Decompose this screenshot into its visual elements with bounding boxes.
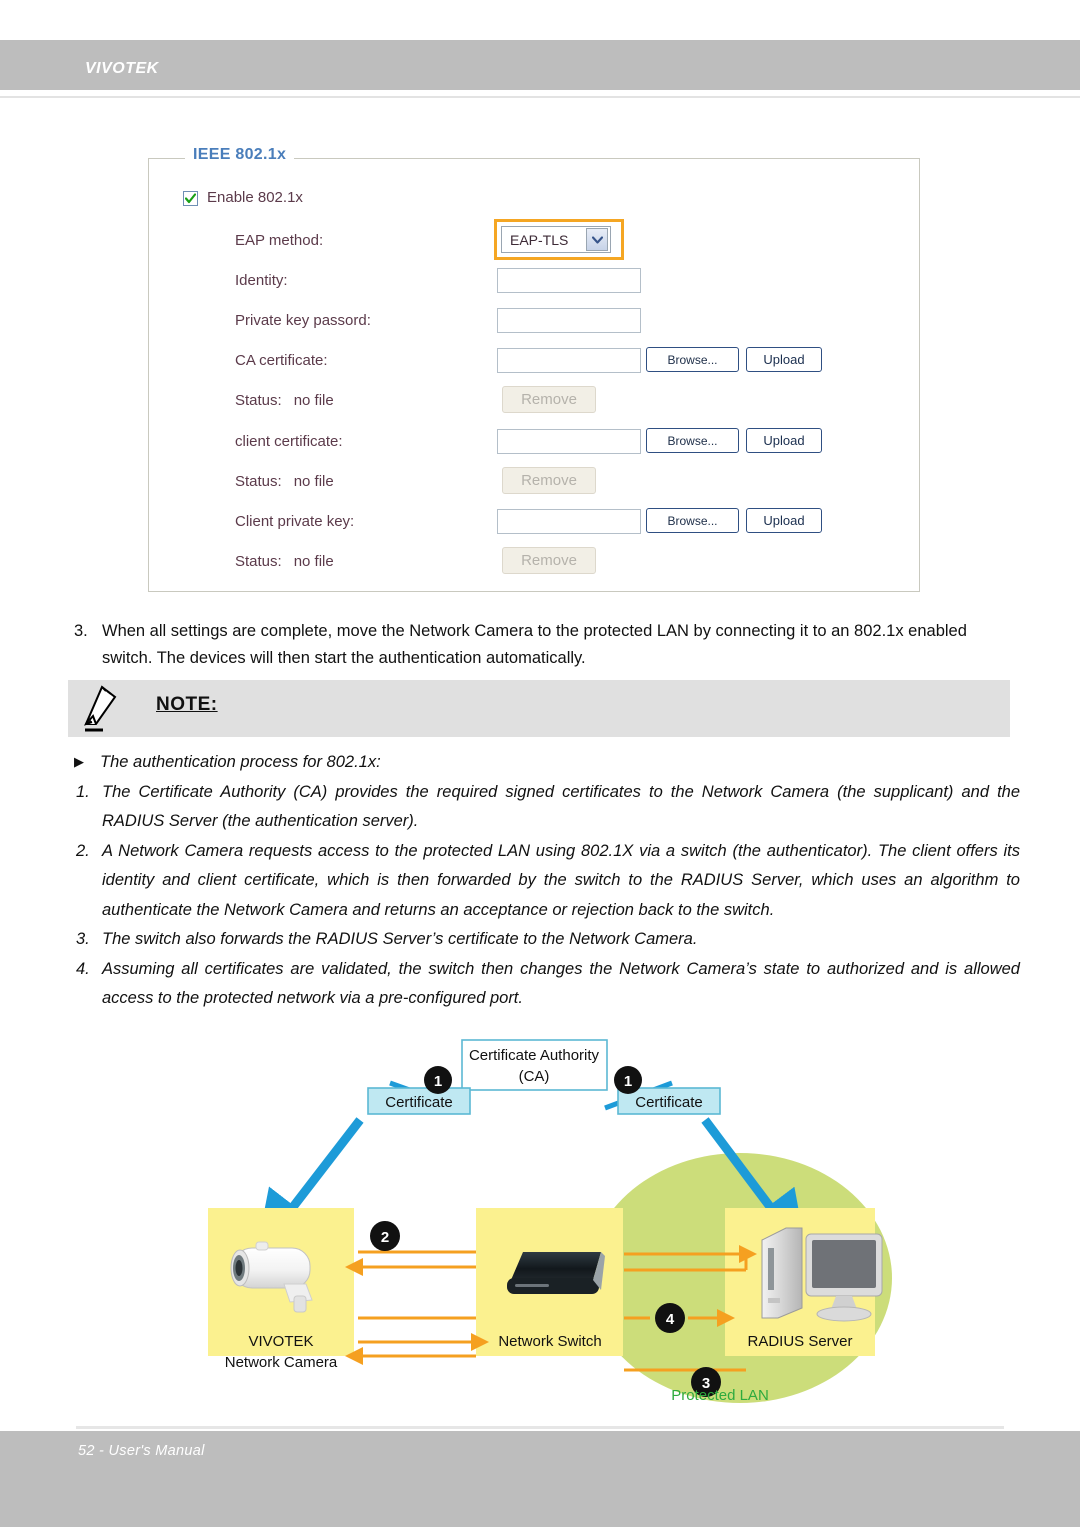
- client-private-key-status-row: Status: no file Remove: [149, 547, 919, 592]
- enable-8021x-label: Enable 802.1x: [207, 189, 303, 206]
- enable-8021x-checkbox[interactable]: Enable 802.1x: [183, 189, 303, 206]
- ca-certificate-browse-button[interactable]: Browse...: [646, 347, 739, 372]
- svg-text:1: 1: [434, 1073, 442, 1090]
- step-3-text: When all settings are complete, move the…: [102, 622, 967, 667]
- brand-logo: VIVOTEK: [85, 60, 159, 77]
- client-certificate-status: Status: no file: [235, 473, 334, 490]
- ieee-8021x-panel: Enable 802.1x EAP method: EAP-TLS Identi…: [148, 158, 920, 592]
- list-item: 4. Assuming all certificates are validate…: [76, 959, 1020, 1008]
- note-body: ▶ The authentication process for 802.1x:…: [74, 748, 1020, 1014]
- eap-method-value: EAP-TLS: [510, 231, 569, 248]
- step-3-number: 3.: [74, 622, 88, 640]
- client-private-key-status: Status: no file: [235, 553, 334, 570]
- ca-certificate-upload-button[interactable]: Upload: [746, 347, 822, 372]
- authentication-process-diagram: Certificate Authority (CA) Certificate C…: [180, 1028, 920, 1403]
- private-key-password-label: Private key passord:: [235, 312, 371, 329]
- certificate-left-label: Certificate: [385, 1094, 453, 1111]
- ca-title-line1: Certificate Authority: [469, 1047, 600, 1064]
- step-3-paragraph: 3. When all settings are complete, move …: [74, 618, 1019, 672]
- private-key-password-row: Private key passord:: [149, 308, 919, 351]
- chevron-down-icon[interactable]: [586, 228, 608, 251]
- panel-legend: IEEE 802.1x: [185, 146, 295, 164]
- client-certificate-browse-button[interactable]: Browse...: [646, 428, 739, 453]
- triangle-right-icon: ▶: [74, 754, 84, 769]
- note-callout-header: NOTE:: [68, 680, 1010, 737]
- left-cert-to-camera-arrow: [255, 1117, 364, 1256]
- client-certificate-remove-button[interactable]: Remove: [502, 467, 596, 494]
- identity-row: Identity:: [149, 268, 919, 311]
- client-private-key-row: Client private key: Browse... Upload: [149, 508, 919, 552]
- enable-8021x-row: Enable 802.1x: [149, 189, 919, 229]
- list-item-text: The switch also forwards the RADIUS Serv…: [102, 930, 698, 948]
- checkbox-box[interactable]: [183, 191, 198, 206]
- header-divider: [0, 96, 1080, 98]
- identity-label: Identity:: [235, 272, 288, 289]
- network-switch-icon: [507, 1252, 605, 1294]
- list-item: 1. The Certificate Authority (CA) provide…: [76, 782, 1020, 831]
- list-item-text: Assuming all certificates are validated,…: [102, 959, 1020, 1008]
- camera-label-line2: Network Camera: [225, 1354, 338, 1371]
- eap-method-select[interactable]: EAP-TLS: [501, 226, 611, 253]
- note-list: 1. The Certificate Authority (CA) provide…: [74, 778, 1020, 1014]
- footer-page-label: 52 - User's Manual: [78, 1443, 205, 1459]
- ca-certificate-remove-button[interactable]: Remove: [502, 386, 596, 413]
- svg-text:2: 2: [381, 1229, 389, 1246]
- ca-certificate-label: CA certificate:: [235, 352, 328, 369]
- svg-text:1: 1: [624, 1073, 632, 1090]
- protected-lan-label: Protected LAN: [671, 1387, 769, 1403]
- client-certificate-row: client certificate: Browse... Upload: [149, 428, 919, 472]
- note-intro-text: The authentication process for 802.1x:: [100, 753, 381, 771]
- pencil-icon: [82, 685, 120, 738]
- client-certificate-label: client certificate:: [235, 433, 343, 450]
- list-item-text: A Network Camera requests access to the …: [102, 841, 1020, 919]
- certificate-right-label: Certificate: [635, 1094, 703, 1111]
- note-intro: ▶ The authentication process for 802.1x:: [74, 748, 1020, 778]
- note-title: NOTE:: [156, 694, 218, 715]
- ca-certificate-status-row: Status: no file Remove: [149, 386, 919, 431]
- eap-method-row: EAP method: EAP-TLS: [149, 219, 919, 271]
- client-certificate-status-row: Status: no file Remove: [149, 467, 919, 512]
- client-certificate-upload-button[interactable]: Upload: [746, 428, 822, 453]
- client-certificate-input[interactable]: [497, 429, 641, 454]
- client-private-key-label: Client private key:: [235, 513, 355, 530]
- ca-title-line2: (CA): [519, 1068, 550, 1085]
- page-header-bar: [0, 40, 1080, 90]
- client-private-key-input[interactable]: [497, 509, 641, 534]
- svg-text:4: 4: [666, 1311, 675, 1328]
- ca-certificate-status: Status: no file: [235, 392, 334, 409]
- switch-label: Network Switch: [498, 1333, 601, 1350]
- list-item: 3. The switch also forwards the RADIUS Se…: [76, 930, 698, 948]
- eap-method-label: EAP method:: [235, 232, 324, 249]
- ca-certificate-row: CA certificate: Browse... Upload: [149, 347, 919, 391]
- list-item-text: The Certificate Authority (CA) provides …: [102, 782, 1020, 831]
- private-key-password-input[interactable]: [497, 308, 641, 333]
- ca-certificate-input[interactable]: [497, 348, 641, 373]
- client-private-key-upload-button[interactable]: Upload: [746, 508, 822, 533]
- check-icon: [185, 193, 196, 204]
- footer-divider: [76, 1426, 1004, 1429]
- client-private-key-browse-button[interactable]: Browse...: [646, 508, 739, 533]
- server-label: RADIUS Server: [747, 1333, 852, 1350]
- identity-input[interactable]: [497, 268, 641, 293]
- camera-label-line1: VIVOTEK: [248, 1333, 313, 1350]
- list-item: 2. A Network Camera requests access to th…: [76, 841, 1020, 919]
- client-private-key-remove-button[interactable]: Remove: [502, 547, 596, 574]
